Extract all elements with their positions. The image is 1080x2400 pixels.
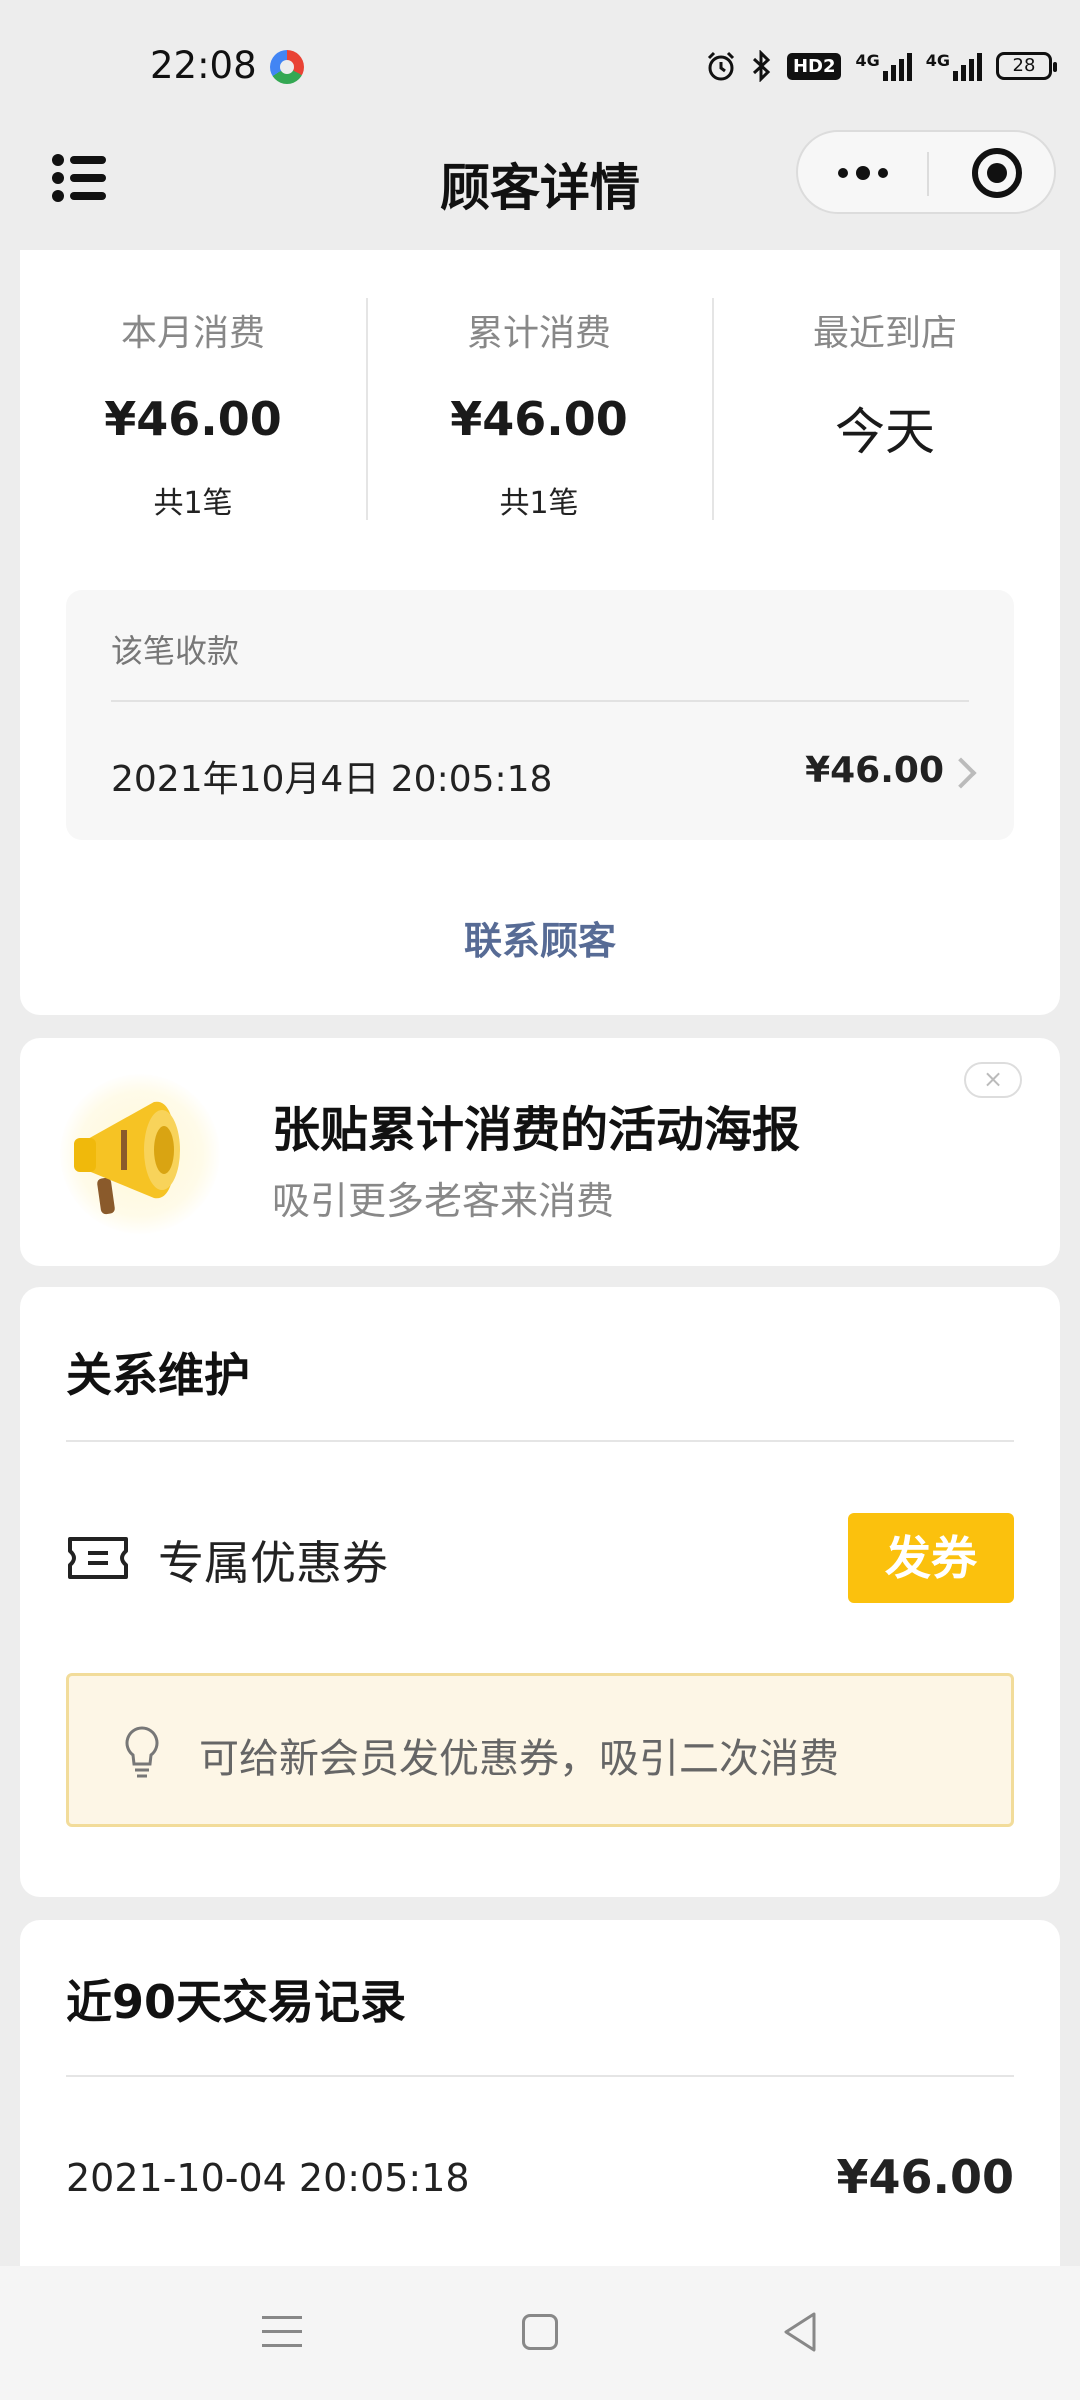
issue-coupon-button[interactable]: 发券: [848, 1513, 1014, 1603]
stat-last-visit: 最近到店 今天: [712, 250, 1058, 525]
tip-box: 可给新会员发优惠券，吸引二次消费: [66, 1673, 1014, 1827]
contact-customer-link[interactable]: 联系顾客: [20, 910, 1060, 965]
miniprogram-capsule: [796, 130, 1056, 214]
stat-label: 最近到店: [812, 313, 957, 354]
relation-card: 关系维护 专属优惠券 发券 可给新会员发优惠券，吸引二次消费: [20, 1287, 1060, 1897]
stat-sub: 共1笔: [499, 486, 579, 521]
promo-subtitle: 吸引更多老客来消费: [272, 1179, 615, 1223]
hd-voice-icon: HD2: [786, 52, 842, 80]
alarm-icon: [707, 51, 734, 81]
receipt-section: 该笔收款 2021年10月4日 20:05:18 ¥46.00: [66, 590, 1014, 840]
status-time: 22:08: [150, 44, 257, 87]
system-nav-bar: [0, 2266, 1080, 2400]
coupon-label: 专属优惠券: [158, 1536, 388, 1590]
target-circle-icon[interactable]: [972, 148, 1022, 198]
divider: [111, 700, 969, 702]
signal-icon: 4G: [855, 51, 912, 81]
battery-icon: 28: [996, 52, 1057, 80]
status-icons: HD2 4G 4G 28: [705, 46, 1057, 86]
customer-summary-card: 本月消费 ¥46.00 共1笔 累计消费 ¥46.00 共1笔 最近到店 今天 …: [20, 250, 1060, 1015]
promo-title: 张贴累计消费的活动海报: [272, 1102, 801, 1158]
signal-label: 4G: [855, 51, 880, 70]
more-dots-icon[interactable]: [828, 158, 898, 188]
capsule-divider: [927, 152, 929, 196]
stat-month-spend: 本月消费 ¥46.00 共1笔: [20, 250, 366, 525]
bluetooth-icon: [752, 50, 771, 82]
ticket-icon: [68, 1537, 128, 1579]
stat-total-spend: 累计消费 ¥46.00 共1笔: [366, 250, 712, 525]
lightbulb-icon: [125, 1726, 159, 1778]
divider: [66, 2075, 1014, 2077]
stat-value: ¥46.00: [450, 392, 628, 446]
stat-label: 累计消费: [466, 313, 611, 354]
signal-icon: 4G: [926, 51, 982, 81]
section-title: 关系维护: [66, 1348, 250, 1402]
stat-sub: 共1笔: [153, 486, 233, 521]
section-title: 近90天交易记录: [66, 1975, 407, 2029]
back-icon[interactable]: [780, 2310, 820, 2354]
record-amount: ¥46.00: [836, 2150, 1014, 2204]
stat-value: ¥46.00: [104, 392, 282, 446]
tip-text: 可给新会员发优惠券，吸引二次消费: [199, 1736, 839, 1782]
signal-label: 4G: [925, 51, 950, 70]
recent-apps-icon[interactable]: [262, 2314, 302, 2350]
status-bar: 22:08 HD2 4G 4G 28: [0, 0, 1080, 130]
chevron-right-icon: [945, 757, 977, 789]
home-icon[interactable]: [522, 2314, 558, 2350]
megaphone-icon: [74, 1101, 180, 1215]
receipt-amount: ¥46.00: [805, 750, 944, 791]
receipt-datetime: 2021年10月4日 20:05:18: [111, 759, 553, 800]
promo-banner[interactable]: 张贴累计消费的活动海报 吸引更多老客来消费 ×: [20, 1038, 1060, 1266]
stat-label: 本月消费: [120, 313, 265, 354]
close-icon[interactable]: ×: [964, 1062, 1022, 1098]
stat-value: 今天: [835, 403, 935, 461]
record-datetime: 2021-10-04 20:05:18: [66, 2156, 470, 2200]
stats-row: 本月消费 ¥46.00 共1笔 累计消费 ¥46.00 共1笔 最近到店 今天: [20, 250, 1060, 525]
receipt-title: 该笔收款: [111, 632, 240, 670]
divider: [66, 1440, 1014, 1442]
nav-bar: 顾客详情: [0, 130, 1080, 248]
app-notification-icon: [270, 50, 304, 84]
